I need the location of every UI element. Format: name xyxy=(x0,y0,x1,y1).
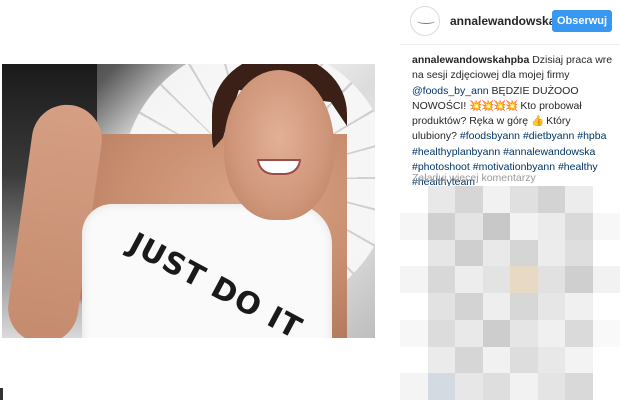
pixelated-comment-tile xyxy=(510,293,538,320)
pixelated-comment-tile xyxy=(455,212,483,240)
pixelated-comment-tile xyxy=(482,266,510,293)
pixelated-comment-tile xyxy=(427,239,455,267)
caption-author-link[interactable]: annalewandowskahpba xyxy=(412,54,529,66)
pixelated-comment-tile xyxy=(455,293,483,320)
caption-mention-link[interactable]: @foods_by_ann xyxy=(412,85,489,97)
pixelated-comment-tile xyxy=(565,293,593,320)
corner-mark xyxy=(0,388,3,400)
pixelated-comment-tile xyxy=(400,346,428,374)
load-more-comments-link[interactable]: Załaduj więcej komentarzy xyxy=(412,172,536,184)
pixelated-comment-tile xyxy=(455,266,483,293)
pixelated-comment-tile xyxy=(482,186,510,213)
pixelated-comment-tile xyxy=(427,266,455,293)
pixelated-comment-tile xyxy=(400,319,428,347)
header-divider xyxy=(400,44,620,45)
explosion-emoji-icon: 💥💥💥💥 xyxy=(469,99,518,112)
pixelated-comment-tile xyxy=(400,212,428,240)
hashtag-link[interactable]: #dietbyann xyxy=(523,130,574,142)
pixelated-comment-tile xyxy=(427,212,455,240)
pixelated-comment-tile xyxy=(537,239,565,267)
avatar[interactable] xyxy=(410,6,440,36)
pixelated-comment-tile xyxy=(537,212,565,240)
avatar-signature-icon xyxy=(417,18,435,24)
pixelated-comment-tile xyxy=(592,319,620,347)
pixelated-comment-tile xyxy=(592,239,620,267)
pixelated-comment-tile xyxy=(565,266,593,293)
pixelated-comment-tile xyxy=(482,346,510,374)
pixelated-comment-tile xyxy=(592,373,620,400)
pixelated-comment-tile xyxy=(537,319,565,347)
pixelated-comment-tile xyxy=(427,373,455,400)
pixelated-comment-tile xyxy=(537,293,565,320)
pixelated-comment-tile xyxy=(455,319,483,347)
pixelated-comment-tile xyxy=(482,239,510,267)
pixelated-comment-tile xyxy=(427,346,455,374)
hashtag-link[interactable]: #healthyplanbyann xyxy=(412,146,500,158)
pixelated-comment-tile xyxy=(455,239,483,267)
pixelated-comment-tile xyxy=(482,293,510,320)
hashtag-link[interactable]: #healthy xyxy=(558,161,598,173)
pixelated-comment-tile xyxy=(565,212,593,240)
username-link[interactable]: annalewandowskał xyxy=(450,14,559,28)
pixelated-comment-tile xyxy=(482,319,510,347)
pixelated-comment-tile xyxy=(400,293,428,320)
pixelated-comment-tile xyxy=(537,186,565,213)
post-photo[interactable]: JUST DO IT xyxy=(2,64,375,338)
hashtag-link[interactable]: #foodsbyann xyxy=(460,130,520,142)
pixelated-comment-tile xyxy=(510,186,538,213)
person-face xyxy=(224,70,334,220)
pixelated-comment-tile xyxy=(510,266,538,293)
pixelated-comment-tile xyxy=(510,346,538,374)
pixelated-comment-tile xyxy=(482,373,510,400)
post-caption: annalewandowskahpba Dzisiaj praca wre na… xyxy=(412,53,617,191)
pixelated-comment-tile xyxy=(455,186,483,213)
pixelated-comment-tile xyxy=(565,319,593,347)
hashtag-link[interactable]: #annalewandowska xyxy=(503,146,595,158)
pixelated-comment-tile xyxy=(565,346,593,374)
pixelated-comment-tile xyxy=(427,319,455,347)
post-header: annalewandowskał Obserwuj xyxy=(410,6,620,42)
pixelated-comment-tile xyxy=(427,293,455,320)
pixelated-comment-tile xyxy=(565,239,593,267)
pixelated-comment-tile xyxy=(510,319,538,347)
pixelated-comment-tile xyxy=(565,186,593,213)
pixelated-comment-tile xyxy=(592,212,620,240)
pixelated-comment-tile xyxy=(455,346,483,374)
pixelated-comment-tile xyxy=(537,266,565,293)
pixelated-comment-tile xyxy=(510,373,538,400)
follow-button[interactable]: Obserwuj xyxy=(552,10,612,32)
pixelated-comment-tile xyxy=(537,346,565,374)
pixelated-comment-tile xyxy=(400,373,428,400)
pixelated-comment-tile xyxy=(592,266,620,293)
pixelated-comment-tile xyxy=(592,186,620,213)
pixelated-comment-tile xyxy=(482,212,510,240)
pixelated-comment-tile xyxy=(400,239,428,267)
pixelated-comment-tile xyxy=(592,293,620,320)
pixelated-comment-tile xyxy=(400,186,428,213)
pixelated-comment-tile xyxy=(537,373,565,400)
pixelated-comment-tile xyxy=(400,266,428,293)
pixelated-comment-tile xyxy=(592,346,620,374)
pixelated-comment-tile xyxy=(510,239,538,267)
pixelated-comments xyxy=(400,186,620,400)
pixelated-comment-tile xyxy=(427,186,455,213)
pixelated-comment-tile xyxy=(455,373,483,400)
hashtag-link[interactable]: #hpba xyxy=(577,130,606,142)
raised-hand-emoji-icon: 👍 xyxy=(531,115,544,128)
pixelated-comment-tile xyxy=(510,212,538,240)
pixelated-comment-tile xyxy=(565,373,593,400)
